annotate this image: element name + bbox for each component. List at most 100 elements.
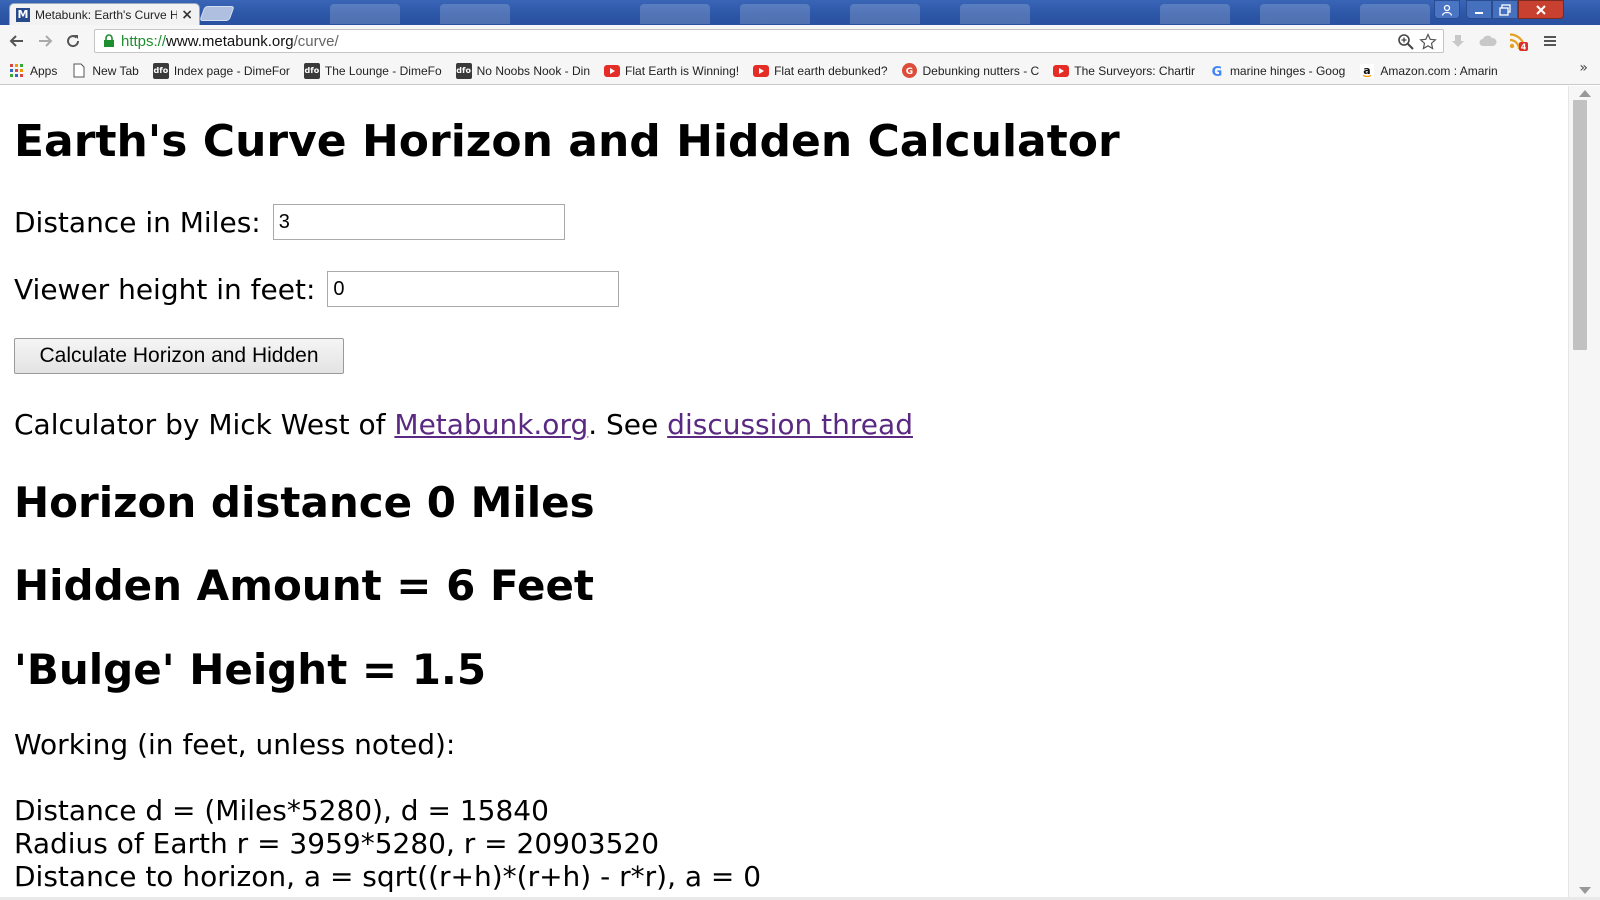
bookmark-marine-hinges[interactable]: G marine hinges - Goog (1206, 60, 1348, 82)
arrow-right-icon (39, 35, 53, 47)
reload-button[interactable] (60, 28, 86, 54)
extension-download-button[interactable] (1446, 29, 1470, 53)
working-line-distance: Distance d = (Miles*5280), d = 15840 (14, 794, 549, 827)
cloud-icon (1479, 35, 1497, 46)
bookmarks-overflow-chevron-icon[interactable]: » (1579, 60, 1588, 76)
viewer-height-input[interactable] (327, 271, 620, 307)
download-icon (1452, 35, 1464, 47)
working-heading: Working (in feet, unless noted): (14, 728, 456, 761)
background-decoration (1160, 4, 1230, 24)
bookmark-label: The Lounge - DimeFo (324, 63, 442, 78)
background-decoration (1360, 4, 1430, 24)
background-decoration (640, 4, 710, 24)
horizon-distance-result: Horizon distance 0 Miles (14, 478, 595, 527)
bookmark-new-tab[interactable]: New Tab (68, 60, 141, 82)
background-decoration (740, 4, 810, 24)
bookmark-flat-earth-winning[interactable]: Flat Earth is Winning! (601, 60, 742, 82)
close-icon (1536, 4, 1546, 15)
background-decoration (1260, 4, 1330, 24)
background-decoration (440, 4, 510, 24)
bookmark-label: Amazon.com : Amarin (1380, 63, 1498, 78)
discussion-thread-link[interactable]: discussion thread (667, 408, 913, 441)
url-host: www.metabunk.org (166, 32, 294, 50)
bookmark-amazon[interactable]: a Amazon.com : Amarin (1356, 60, 1500, 82)
dfo-icon: dfo (303, 62, 320, 79)
bookmarks-bar: Apps New Tab dfo Index page - DimeFor df… (0, 57, 1600, 85)
page-icon (71, 63, 87, 79)
restore-icon (1499, 3, 1511, 16)
forward-button[interactable] (32, 28, 58, 54)
back-button[interactable] (4, 28, 30, 54)
url-path: /curve/ (293, 32, 339, 50)
amazon-icon: a (1359, 63, 1375, 79)
background-decoration (850, 4, 920, 24)
metabunk-favicon-icon: M (16, 7, 30, 22)
bookmark-label: The Surveyors: Chartir (1074, 63, 1195, 78)
viewer-height-label: Viewer height in feet: (14, 272, 316, 306)
credit-line: Calculator by Mick West of Metabunk.org.… (14, 408, 913, 441)
svg-text:G: G (1212, 65, 1223, 78)
working-line-radius: Radius of Earth r = 3959*5280, r = 20903… (14, 827, 660, 860)
tab-title: Metabunk: Earth's Curve H (35, 7, 178, 22)
distance-row: Distance in Miles: (14, 204, 565, 240)
tab-close-icon[interactable]: × (181, 7, 193, 23)
restore-button[interactable] (1492, 0, 1518, 19)
apps-grid-icon (9, 63, 25, 79)
address-bar[interactable]: https://www.metabunk.org/curve/ (94, 29, 1444, 53)
person-icon (1441, 4, 1453, 16)
bookmark-debunking-nutters[interactable]: G Debunking nutters - C (899, 60, 1043, 82)
new-tab-button[interactable] (199, 6, 235, 21)
credit-middle: . See (588, 408, 668, 441)
scroll-down-arrow-icon[interactable] (1579, 887, 1591, 894)
background-decoration (960, 4, 1030, 24)
bookmark-label: Flat Earth is Winning! (625, 63, 740, 78)
dfo-icon: dfo (455, 62, 472, 79)
rss-feed-button[interactable]: 4 (1506, 29, 1530, 53)
page-content: Earth's Curve Horizon and Hidden Calcula… (0, 86, 1568, 898)
reload-icon (67, 35, 80, 48)
chrome-menu-button[interactable] (1538, 29, 1562, 53)
bookmark-the-surveyors[interactable]: The Surveyors: Chartir (1050, 60, 1198, 82)
bookmark-label: New Tab (92, 63, 139, 78)
scrollbar-thumb[interactable] (1573, 100, 1587, 350)
youtube-icon (1053, 63, 1070, 79)
metabunk-link[interactable]: Metabunk.org (394, 408, 588, 441)
hamburger-menu-icon (1544, 36, 1556, 46)
bookmark-label: Apps (30, 63, 58, 78)
credit-prefix: Calculator by Mick West of (14, 408, 395, 441)
distance-label: Distance in Miles: (14, 205, 261, 239)
background-decoration (330, 4, 400, 24)
working-line-horizon: Distance to horizon, a = sqrt((r+h)*(r+h… (14, 860, 762, 893)
bookmark-the-lounge[interactable]: dfo The Lounge - DimeFo (301, 60, 445, 82)
bookmark-apps[interactable]: Apps (6, 60, 60, 82)
profile-button[interactable] (1434, 0, 1460, 19)
vertical-scrollbar[interactable] (1568, 86, 1600, 898)
browser-tab-active[interactable]: M Metabunk: Earth's Curve H × (9, 3, 200, 25)
svg-text:a: a (1364, 64, 1371, 77)
star-icon[interactable] (1419, 33, 1437, 51)
bookmark-no-noobs-nook[interactable]: dfo No Noobs Nook - Din (453, 60, 593, 82)
bookmark-label: Flat earth debunked? (774, 63, 888, 78)
rss-badge: 4 (1521, 42, 1527, 51)
url-scheme: https:// (121, 32, 167, 50)
bookmark-label: marine hinges - Goog (1229, 63, 1346, 78)
bookmark-index-page[interactable]: dfo Index page - DimeFor (150, 60, 293, 82)
bookmark-flat-earth-debunked[interactable]: Flat earth debunked? (750, 60, 890, 82)
bookmark-label: Index page - DimeFor (173, 63, 290, 78)
minimize-button[interactable] (1466, 0, 1492, 19)
distance-miles-input[interactable] (272, 204, 565, 240)
bookmark-label: Debunking nutters - C (922, 63, 1040, 78)
page-title: Earth's Curve Horizon and Hidden Calcula… (14, 116, 1120, 167)
zoom-icon[interactable] (1397, 33, 1415, 51)
close-window-button[interactable] (1518, 0, 1564, 19)
extension-cloud-button[interactable] (1476, 29, 1500, 53)
dfo-icon: dfo (152, 62, 169, 79)
google-icon: G (1209, 63, 1225, 79)
google-plus-icon: G (902, 63, 918, 79)
youtube-icon (604, 63, 621, 79)
minimize-icon (1475, 11, 1483, 14)
scroll-up-arrow-icon[interactable] (1579, 90, 1591, 97)
calculate-button[interactable]: Calculate Horizon and Hidden (14, 338, 344, 374)
lock-icon (104, 34, 114, 47)
bulge-height-result: 'Bulge' Height = 1.5 (14, 645, 487, 694)
